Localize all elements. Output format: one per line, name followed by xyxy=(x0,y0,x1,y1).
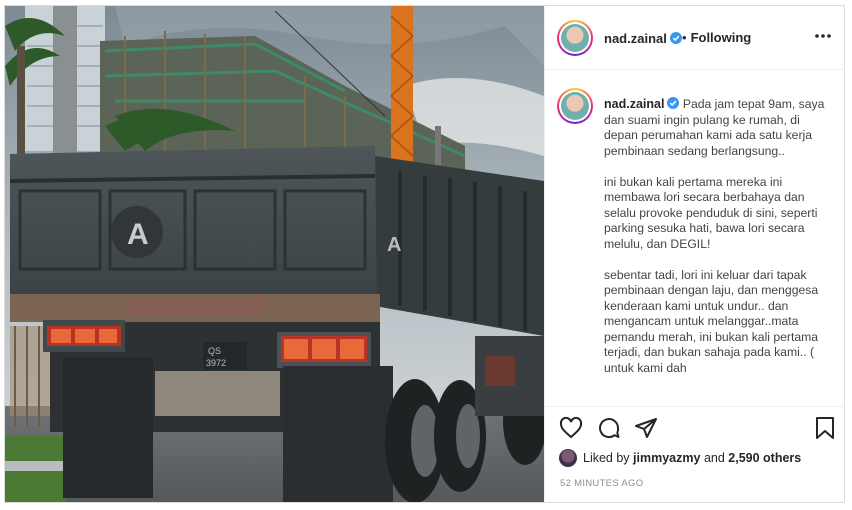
following-label[interactable]: Following xyxy=(691,30,752,45)
svg-text:3972: 3972 xyxy=(206,358,226,368)
post-photo[interactable]: A A QS 3972 xyxy=(5,6,544,502)
heart-icon[interactable] xyxy=(559,416,583,440)
bookmark-icon[interactable] xyxy=(813,416,837,440)
liked-by-join: and xyxy=(703,451,725,465)
following-status[interactable]: • Following xyxy=(682,30,751,45)
share-icon[interactable] xyxy=(634,416,658,440)
verified-badge-icon xyxy=(667,97,680,109)
dump-truck-photo: A A QS 3972 xyxy=(5,6,544,502)
liker-avatar[interactable] xyxy=(559,449,577,467)
caption-paragraph-2: ini bukan kali pertama mereka ini membaw… xyxy=(604,174,818,251)
post-timestamp[interactable]: 52 MINUTES AGO xyxy=(560,478,643,489)
author-username[interactable]: nad.zainal xyxy=(604,31,667,46)
separator-dot: • xyxy=(682,30,687,45)
caption-area[interactable]: nad.zainal Pada jam tepat 9am, saya dan … xyxy=(545,71,845,404)
liked-by-others[interactable]: 2,590 others xyxy=(728,451,801,465)
svg-text:A: A xyxy=(127,218,149,251)
author-avatar[interactable] xyxy=(557,20,593,56)
svg-text:QS: QS xyxy=(208,346,221,356)
caption-username[interactable]: nad.zainal xyxy=(604,97,664,111)
caption-paragraph-3: sebentar tadi, lori ini keluar dari tapa… xyxy=(604,267,819,375)
verified-badge-icon xyxy=(669,32,682,44)
more-options-icon[interactable] xyxy=(815,33,831,39)
post-header: nad.zainal • Following xyxy=(545,6,845,70)
likes-summary[interactable]: Liked by jimmyazmy and 2,590 others xyxy=(559,448,801,468)
caption-avatar[interactable] xyxy=(557,88,593,124)
post-side-panel: nad.zainal • Following nad.zainal Pada ja… xyxy=(544,6,845,504)
svg-text:A: A xyxy=(387,234,401,256)
liked-by-prefix: Liked by xyxy=(583,451,630,465)
caption-text: nad.zainal Pada jam tepat 9am, saya dan … xyxy=(604,97,826,392)
comment-icon[interactable] xyxy=(597,416,621,440)
liked-by-user[interactable]: jimmyazmy xyxy=(633,451,700,465)
author-name-wrap: nad.zainal xyxy=(604,30,682,48)
instagram-post: A A QS 3972 nad.zainal • Following nad.z… xyxy=(4,5,845,503)
caption-paragraph-1: nad.zainal Pada jam tepat 9am, saya dan … xyxy=(604,97,826,159)
action-bar: Liked by jimmyazmy and 2,590 others 52 M… xyxy=(545,406,845,504)
